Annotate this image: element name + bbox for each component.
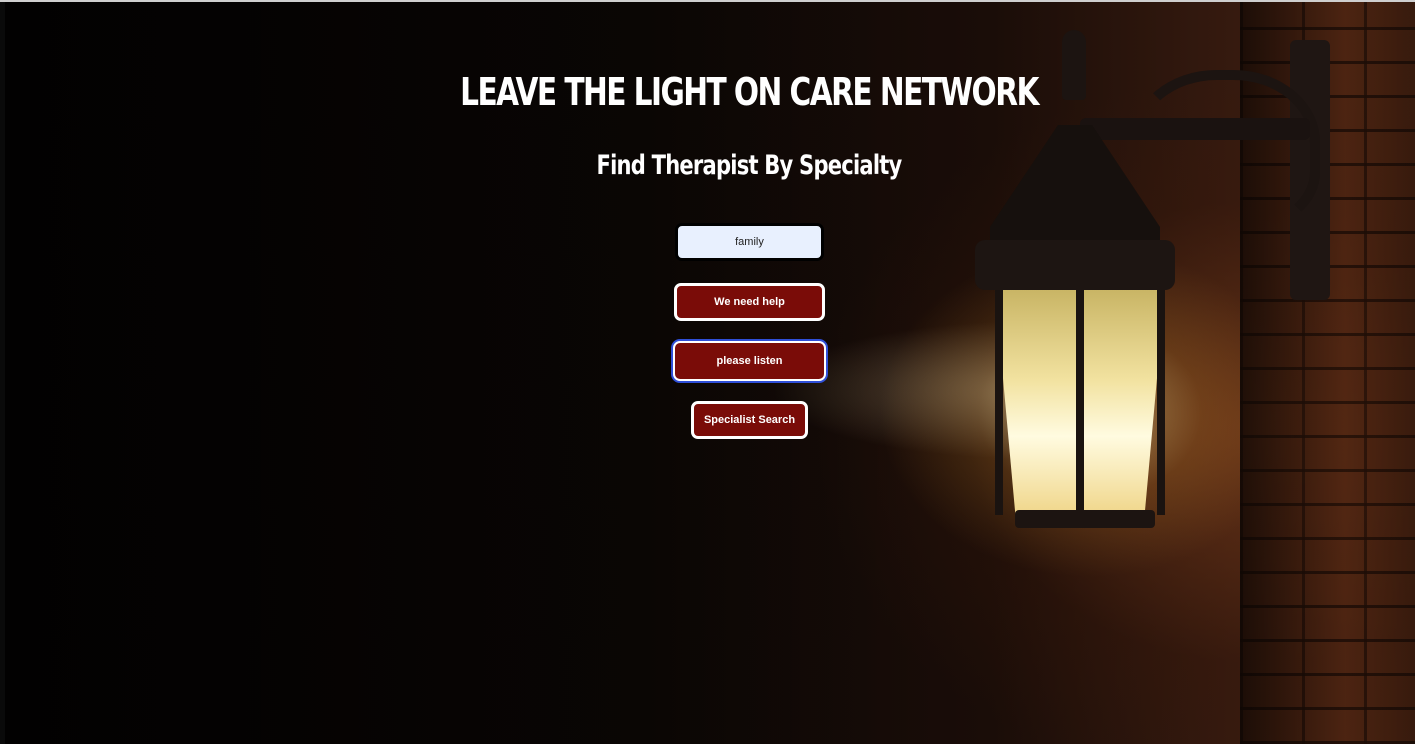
site-title: LEAVE THE LIGHT ON CARE NETWORK — [460, 70, 1039, 114]
specialty-input[interactable] — [675, 223, 824, 261]
specialist-search-label: Specialist Search — [703, 414, 796, 426]
please-listen-button[interactable]: please listen — [673, 341, 826, 381]
main-content: LEAVE THE LIGHT ON CARE NETWORK Find The… — [0, 0, 1415, 744]
please-listen-label: please listen — [716, 355, 783, 367]
page-subtitle: Find Therapist By Specialty — [596, 150, 903, 181]
we-need-help-label: We need help — [714, 296, 785, 308]
we-need-help-button[interactable]: We need help — [674, 283, 825, 321]
page: LEAVE THE LIGHT ON CARE NETWORK Find The… — [0, 0, 1415, 744]
specialist-search-button[interactable]: Specialist Search — [691, 401, 808, 439]
